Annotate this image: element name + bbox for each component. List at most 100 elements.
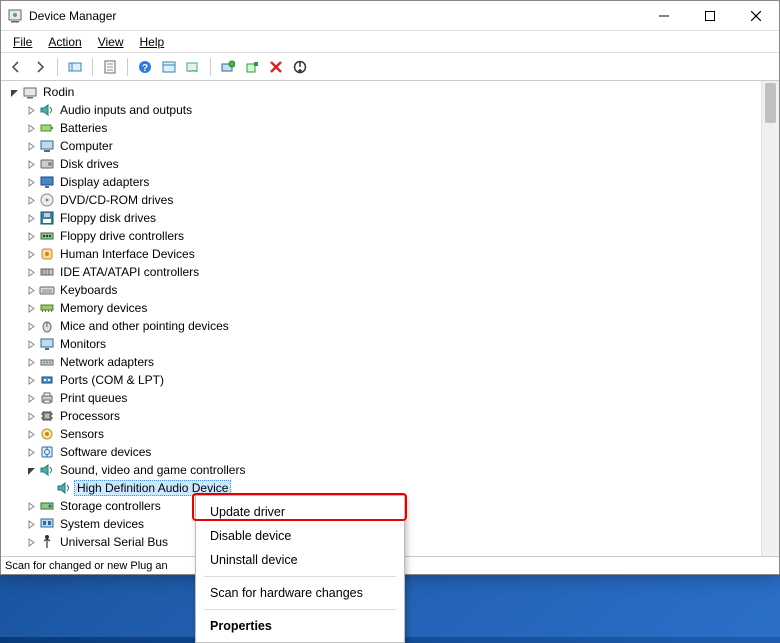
menu-help[interactable]: Help [132, 33, 173, 51]
tree-root-label: Rodin [42, 85, 75, 99]
tree-category-label: Batteries [59, 121, 108, 135]
tree-category[interactable]: Sensors [20, 425, 761, 443]
tree-category[interactable]: Computer [20, 137, 761, 155]
ctx-update-driver[interactable]: Update driver [196, 500, 404, 524]
memory-icon [39, 300, 55, 316]
tree-category[interactable]: Sound, video and game controllers [20, 461, 761, 479]
tree-category[interactable]: Mice and other pointing devices [20, 317, 761, 335]
maximize-button[interactable] [687, 1, 733, 31]
chevron-right-icon[interactable] [24, 535, 38, 549]
software-icon [39, 444, 55, 460]
disable-button[interactable] [289, 56, 311, 78]
tree-category[interactable]: Software devices [20, 443, 761, 461]
chevron-right-icon[interactable] [24, 247, 38, 261]
disk-icon [39, 156, 55, 172]
display-icon [39, 174, 55, 190]
tree-category[interactable]: DVD/CD-ROM drives [20, 191, 761, 209]
back-button[interactable] [5, 56, 27, 78]
chevron-right-icon[interactable] [24, 409, 38, 423]
tree-category-label: Processors [59, 409, 121, 423]
tree-device-label: High Definition Audio Device [74, 480, 231, 496]
scrollbar-thumb[interactable] [765, 83, 776, 123]
close-button[interactable] [733, 1, 779, 31]
chevron-right-icon[interactable] [24, 391, 38, 405]
chevron-right-icon[interactable] [24, 139, 38, 153]
vertical-scrollbar[interactable] [761, 81, 779, 556]
add-legacy-button[interactable] [241, 56, 263, 78]
show-hidden-button[interactable] [64, 56, 86, 78]
tree-category[interactable]: Memory devices [20, 299, 761, 317]
ctx-disable-device[interactable]: Disable device [196, 524, 404, 548]
controller-icon [39, 228, 55, 244]
toolbar-separator [210, 58, 211, 76]
tree-category[interactable]: Keyboards [20, 281, 761, 299]
tree-category[interactable]: Print queues [20, 389, 761, 407]
update-driver-button[interactable] [217, 56, 239, 78]
tree-category-label: Storage controllers [59, 499, 162, 513]
chevron-down-icon[interactable] [24, 463, 38, 477]
tree-category[interactable]: IDE ATA/ATAPI controllers [20, 263, 761, 281]
chevron-right-icon[interactable] [24, 229, 38, 243]
speaker-icon [56, 480, 72, 496]
menu-view[interactable]: View [90, 33, 132, 51]
tree-category[interactable]: Monitors [20, 335, 761, 353]
ctx-uninstall-device[interactable]: Uninstall device [196, 548, 404, 572]
details-toggle-button[interactable] [158, 56, 180, 78]
hid-icon [39, 246, 55, 262]
menu-action[interactable]: Action [40, 33, 89, 51]
scan-button[interactable] [182, 56, 204, 78]
monitor-icon [39, 336, 55, 352]
chevron-right-icon[interactable] [24, 301, 38, 315]
tree-category[interactable]: Processors [20, 407, 761, 425]
toolbar-separator [127, 58, 128, 76]
ctx-separator [204, 576, 396, 577]
tree-category[interactable]: Disk drives [20, 155, 761, 173]
chevron-right-icon[interactable] [24, 211, 38, 225]
chevron-right-icon[interactable] [24, 103, 38, 117]
tree-category[interactable]: Human Interface Devices [20, 245, 761, 263]
tree-category[interactable]: Floppy disk drives [20, 209, 761, 227]
tree-category[interactable]: Display adapters [20, 173, 761, 191]
usb-icon [39, 534, 55, 550]
chevron-right-icon[interactable] [24, 175, 38, 189]
ctx-separator [204, 609, 396, 610]
menubar: File Action View Help [1, 31, 779, 53]
chevron-right-icon[interactable] [24, 319, 38, 333]
uninstall-button[interactable] [265, 56, 287, 78]
chevron-right-icon[interactable] [24, 337, 38, 351]
chevron-right-icon[interactable] [24, 427, 38, 441]
chevron-right-icon[interactable] [24, 355, 38, 369]
ctx-properties[interactable]: Properties [196, 614, 404, 638]
cpu-icon [39, 408, 55, 424]
port-icon [39, 372, 55, 388]
tree-category-label: DVD/CD-ROM drives [59, 193, 174, 207]
menu-file[interactable]: File [5, 33, 40, 51]
chevron-right-icon[interactable] [24, 283, 38, 297]
tree-category-label: Disk drives [59, 157, 120, 171]
tree-category[interactable]: Network adapters [20, 353, 761, 371]
chevron-right-icon[interactable] [24, 265, 38, 279]
chevron-down-icon[interactable] [7, 85, 21, 99]
help-button[interactable]: ? [134, 56, 156, 78]
chevron-right-icon[interactable] [24, 121, 38, 135]
device-manager-icon [7, 8, 23, 24]
properties-button[interactable] [99, 56, 121, 78]
forward-button[interactable] [29, 56, 51, 78]
tree-category[interactable]: Ports (COM & LPT) [20, 371, 761, 389]
tree-category[interactable]: Floppy drive controllers [20, 227, 761, 245]
minimize-button[interactable] [641, 1, 687, 31]
tree-category-label: Display adapters [59, 175, 150, 189]
chevron-right-icon[interactable] [24, 373, 38, 387]
device-tree[interactable]: Rodin Audio inputs and outputs Batteries Co… [1, 81, 761, 556]
chevron-right-icon[interactable] [24, 193, 38, 207]
tree-category[interactable]: Audio inputs and outputs [20, 101, 761, 119]
tree-category[interactable]: Batteries [20, 119, 761, 137]
tree-root[interactable]: Rodin [3, 83, 761, 101]
chevron-right-icon[interactable] [24, 157, 38, 171]
ctx-scan-hardware[interactable]: Scan for hardware changes [196, 581, 404, 605]
chevron-right-icon[interactable] [24, 445, 38, 459]
chevron-right-icon[interactable] [24, 499, 38, 513]
tree-category-label: Computer [59, 139, 114, 153]
speaker-icon [39, 102, 55, 118]
chevron-right-icon[interactable] [24, 517, 38, 531]
